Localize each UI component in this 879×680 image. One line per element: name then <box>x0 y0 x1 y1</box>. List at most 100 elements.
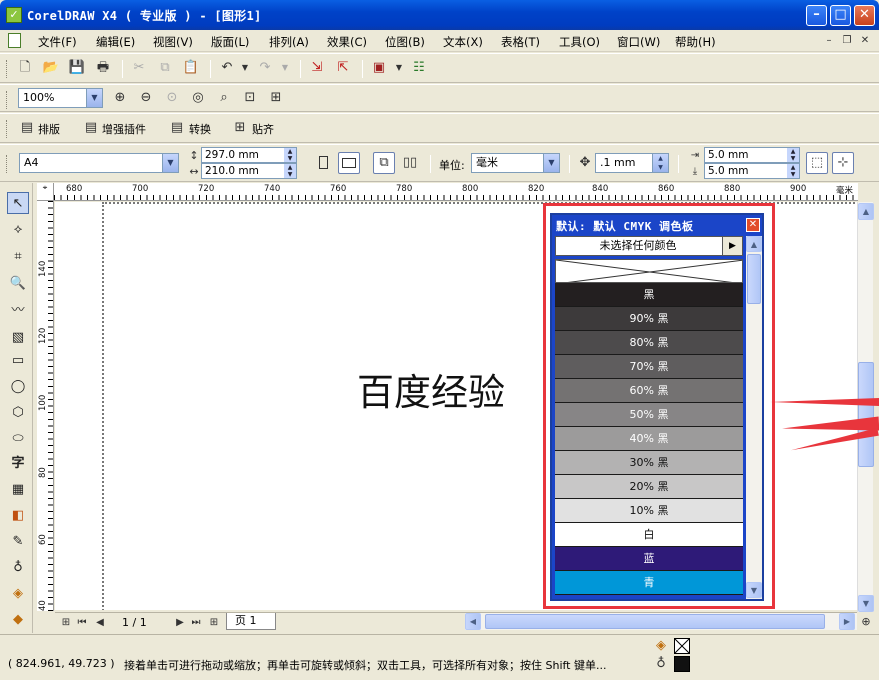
units-combo[interactable]: 毫米 ▼ <box>471 153 560 173</box>
palette-swatch[interactable]: 20% 黑 <box>555 475 743 499</box>
cut-icon[interactable]: ✂ <box>130 59 148 77</box>
scrollbar-thumb[interactable] <box>747 254 761 304</box>
menu-edit[interactable]: 编辑(E) <box>96 34 135 50</box>
zoom-out-icon[interactable]: ⊖ <box>137 89 155 107</box>
doc-restore-icon[interactable]: ❐ <box>838 32 856 50</box>
eyedropper-tool-icon[interactable]: ✎ <box>7 531 29 553</box>
spinner-icon[interactable]: ▲ ▼ <box>787 164 799 178</box>
chevron-down-icon[interactable]: ▼ <box>86 89 102 107</box>
plugin-convert-button[interactable]: 转换 <box>189 121 211 137</box>
all-pages-button[interactable]: ⧉ <box>373 152 395 174</box>
snap-toggle-button[interactable]: ⊹ <box>832 152 854 174</box>
zoom-tool-icon[interactable]: 🔍 <box>7 273 29 295</box>
plugin-snap-button[interactable]: 贴齐 <box>252 121 274 137</box>
polygon-tool-icon[interactable]: ⬡ <box>7 402 29 424</box>
spinner-icon[interactable]: ▲ ▼ <box>787 148 799 162</box>
layout-plugin-icon[interactable]: ▤ <box>18 119 36 137</box>
toolbar-grip[interactable] <box>6 60 9 78</box>
toolbar-grip[interactable] <box>6 155 9 173</box>
menu-help[interactable]: 帮助(H) <box>675 34 716 50</box>
menu-tools[interactable]: 工具(O) <box>559 34 600 50</box>
add-page-after-icon[interactable]: ⊞ <box>205 614 223 632</box>
menu-table[interactable]: 表格(T) <box>501 34 540 50</box>
scrollbar-thumb[interactable] <box>858 362 874 467</box>
zoom-selected-icon[interactable]: ⊙ <box>163 89 181 107</box>
shape-tool-icon[interactable]: ⟡ <box>7 219 29 241</box>
scrollbar-thumb[interactable] <box>485 614 825 629</box>
palette-swatch[interactable]: 90% 黑 <box>555 307 743 331</box>
zoom-level-combo[interactable]: 100% ▼ <box>18 88 103 108</box>
doc-close-icon[interactable]: ✕ <box>856 32 874 50</box>
duplicate-y-field[interactable]: 5.0 mm ▲ ▼ <box>704 163 800 179</box>
outline-tool-icon[interactable]: ♁ <box>7 557 29 579</box>
crop-tool-icon[interactable]: ⌗ <box>7 246 29 268</box>
maximize-button[interactable]: □ <box>830 5 851 26</box>
rectangle-tool-icon[interactable]: ▭ <box>7 350 29 372</box>
zoom-page-width-icon[interactable]: ⊡ <box>241 89 259 107</box>
palette-scrollbar[interactable]: ▲ ▼ <box>746 236 762 599</box>
nudge-distance-field[interactable]: .1 mm ▲ ▼ <box>595 153 669 173</box>
freehand-tool-icon[interactable]: 〰 <box>7 300 29 322</box>
basic-shapes-tool-icon[interactable]: ⬭ <box>7 428 29 450</box>
menu-layout[interactable]: 版面(L) <box>211 34 249 50</box>
import-icon[interactable]: ⇲ <box>308 59 326 77</box>
page-tab[interactable]: 页 1 <box>226 613 276 630</box>
undo-icon[interactable]: ↶ <box>218 59 236 77</box>
no-color-swatch[interactable] <box>555 259 743 283</box>
fill-color-box[interactable] <box>674 638 690 654</box>
horizontal-ruler[interactable]: 680 700 720 740 760 780 800 820 840 860 … <box>54 183 858 201</box>
menu-text[interactable]: 文本(X) <box>443 34 483 50</box>
palette-swatch[interactable]: 80% 黑 <box>555 331 743 355</box>
duplicate-x-field[interactable]: 5.0 mm ▲ ▼ <box>704 147 800 163</box>
close-button[interactable]: ✕ <box>854 5 875 26</box>
interactive-fill-tool-icon[interactable]: ◆ <box>7 609 29 631</box>
chevron-down-icon[interactable]: ▼ <box>543 154 559 172</box>
vertical-ruler[interactable]: 140 120 100 80 60 40 <box>37 201 54 611</box>
zoom-in-icon[interactable]: ⊕ <box>111 89 129 107</box>
menu-arrange[interactable]: 排列(A) <box>269 34 309 50</box>
new-icon[interactable]: 🗋 <box>16 59 34 77</box>
table-tool-icon[interactable]: ▦ <box>7 479 29 501</box>
text-tool-icon[interactable]: 字 <box>7 453 29 475</box>
palette-swatch[interactable]: 70% 黑 <box>555 355 743 379</box>
outline-color-box[interactable] <box>674 656 690 672</box>
palette-swatch[interactable]: 青 <box>555 571 743 595</box>
convert-plugin-icon[interactable]: ▤ <box>168 119 186 137</box>
palette-swatch[interactable]: 40% 黑 <box>555 427 743 451</box>
smart-fill-tool-icon[interactable]: ▧ <box>7 327 29 349</box>
launcher-dropdown-icon[interactable]: ▼ <box>390 59 408 77</box>
welcome-screen-icon[interactable]: ☷ <box>410 59 428 77</box>
treat-as-filled-button[interactable]: ⬚ <box>806 152 828 174</box>
scroll-down-icon[interactable]: ▼ <box>746 582 762 598</box>
zoom-all-objects-icon[interactable]: ◎ <box>189 89 207 107</box>
vertical-scrollbar[interactable]: ▲ ▼ <box>857 202 874 612</box>
interactive-blend-tool-icon[interactable]: ◧ <box>7 505 29 527</box>
palette-swatch[interactable]: 10% 黑 <box>555 499 743 523</box>
palette-swatch[interactable]: 蓝 <box>555 547 743 571</box>
document-icon[interactable] <box>8 33 21 48</box>
menu-bitmaps[interactable]: 位图(B) <box>385 34 425 50</box>
redo-dropdown-icon[interactable]: ▼ <box>276 59 294 77</box>
paste-icon[interactable]: 📋 <box>182 59 200 77</box>
palette-swatch[interactable]: 白 <box>555 523 743 547</box>
palette-swatch[interactable]: 30% 黑 <box>555 451 743 475</box>
menu-window[interactable]: 窗口(W) <box>617 34 660 50</box>
ellipse-tool-icon[interactable]: ◯ <box>7 376 29 398</box>
last-page-icon[interactable]: ⏭ <box>187 614 205 632</box>
scroll-right-icon[interactable]: ▶ <box>839 613 855 630</box>
toolbar-grip[interactable] <box>6 120 9 138</box>
fill-tool-icon[interactable]: ◈ <box>7 583 29 605</box>
spinner-icon[interactable]: ▲ ▼ <box>284 148 296 162</box>
page-height-field[interactable]: 210.0 mm ▲ ▼ <box>201 163 297 179</box>
zoom-page-height-icon[interactable]: ⊞ <box>267 89 285 107</box>
current-page-button[interactable]: ▯▯ <box>399 152 421 174</box>
spinner-icon[interactable]: ▲ ▼ <box>284 164 296 178</box>
menu-effects[interactable]: 效果(C) <box>327 34 367 50</box>
close-icon[interactable]: ✕ <box>746 218 760 232</box>
chevron-down-icon[interactable]: ▼ <box>162 154 178 172</box>
first-page-icon[interactable]: ⏮ <box>73 614 91 632</box>
horizontal-scrollbar[interactable]: ◀ ▶ <box>465 613 857 630</box>
spinner-icon[interactable]: ▲ ▼ <box>652 154 668 172</box>
zoom-page-icon[interactable]: ⌕ <box>215 89 233 107</box>
export-icon[interactable]: ⇱ <box>334 59 352 77</box>
